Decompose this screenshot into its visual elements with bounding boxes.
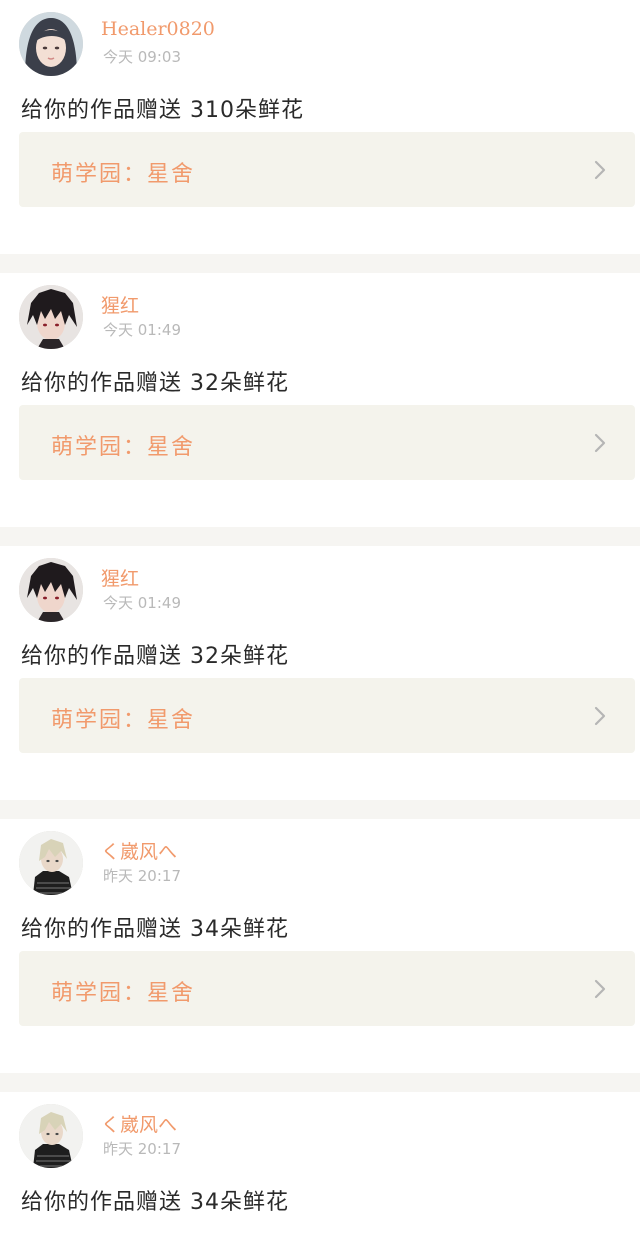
list-item: 猩红 今天 01:49 给你的作品赠送 32朵鲜花 萌学园：星舍 (0, 273, 640, 527)
username[interactable]: Healer0820 (101, 18, 215, 40)
timestamp: 今天 09:03 (103, 48, 181, 66)
timestamp: 今天 01:49 (103, 594, 181, 612)
chevron-right-icon (594, 160, 606, 180)
username[interactable]: く崴风へ (101, 837, 177, 864)
gift-message: 给你的作品赠送 32朵鲜花 (21, 371, 289, 396)
list-item: く崴风へ 昨天 20:17 给你的作品赠送 34朵鲜花 (0, 1092, 640, 1252)
avatar-dark-hair-icon[interactable] (19, 558, 83, 622)
work-title: 萌学园：星舍 (51, 162, 196, 187)
timestamp: 昨天 20:17 (103, 1140, 181, 1158)
work-title: 萌学园：星舍 (51, 981, 196, 1006)
work-link-card[interactable]: 萌学园：星舍 (19, 132, 635, 207)
work-link-card[interactable]: 萌学园：星舍 (19, 678, 635, 753)
gift-message: 给你的作品赠送 32朵鲜花 (21, 644, 289, 669)
username[interactable]: く崴风へ (101, 1110, 177, 1137)
chevron-right-icon (594, 433, 606, 453)
avatar-blond-hair-icon[interactable] (19, 1104, 83, 1168)
work-title: 萌学园：星舍 (51, 708, 196, 733)
gift-notification-feed: Healer0820 今天 09:03 给你的作品赠送 310朵鲜花 萌学园：星… (0, 0, 640, 1252)
gift-message: 给你的作品赠送 34朵鲜花 (21, 1190, 289, 1215)
list-item: Healer0820 今天 09:03 给你的作品赠送 310朵鲜花 萌学园：星… (0, 0, 640, 254)
chevron-right-icon (594, 979, 606, 999)
gift-message: 给你的作品赠送 34朵鲜花 (21, 917, 289, 942)
username[interactable]: 猩红 (101, 564, 139, 591)
work-title: 萌学园：星舍 (51, 435, 196, 460)
list-item: 猩红 今天 01:49 给你的作品赠送 32朵鲜花 萌学园：星舍 (0, 546, 640, 800)
gift-message: 给你的作品赠送 310朵鲜花 (21, 98, 304, 123)
avatar-dark-hair-icon[interactable] (19, 285, 83, 349)
timestamp: 今天 01:49 (103, 321, 181, 339)
chevron-right-icon (594, 706, 606, 726)
timestamp: 昨天 20:17 (103, 867, 181, 885)
list-item: く崴风へ 昨天 20:17 给你的作品赠送 34朵鲜花 萌学园：星舍 (0, 819, 640, 1073)
work-link-card[interactable]: 萌学园：星舍 (19, 951, 635, 1026)
avatar-blond-hair-icon[interactable] (19, 831, 83, 895)
work-link-card[interactable]: 萌学园：星舍 (19, 405, 635, 480)
username[interactable]: 猩红 (101, 291, 139, 318)
avatar-girl-icon[interactable] (19, 12, 83, 76)
